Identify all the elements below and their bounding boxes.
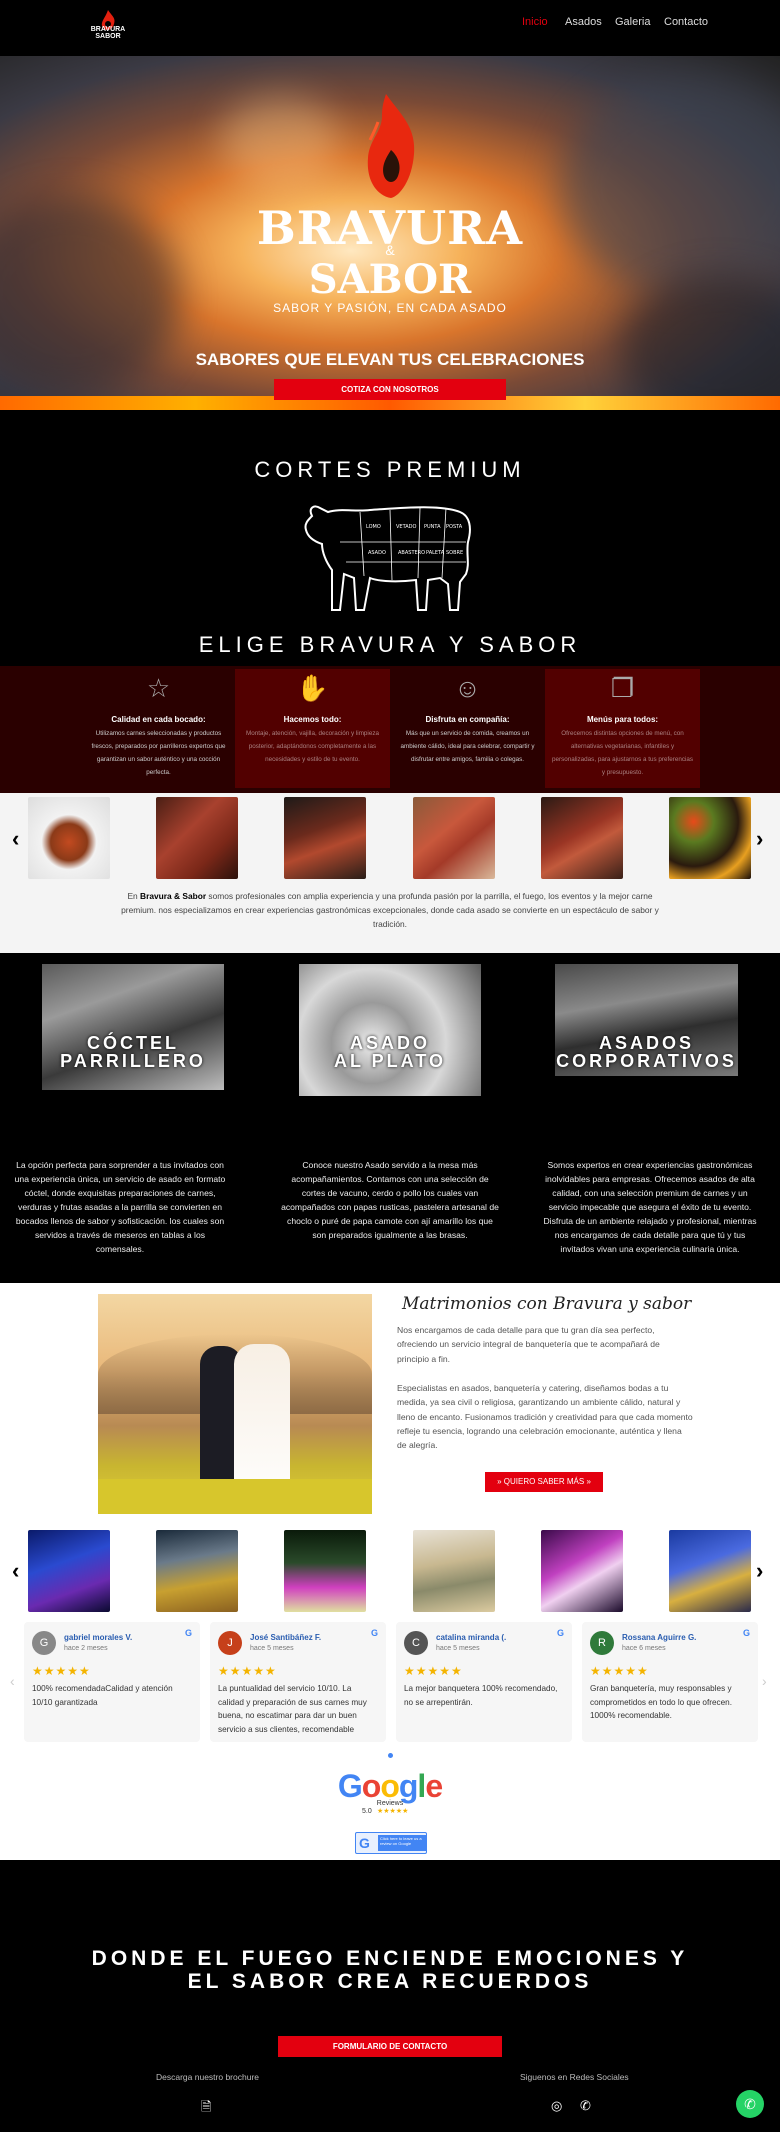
event-gallery-next-arrow-icon[interactable]: › <box>756 1558 763 1584</box>
contact-form-button[interactable]: FORMULARIO DE CONTACTO <box>278 2036 502 2057</box>
gallery-photo[interactable] <box>413 797 495 879</box>
feature-menus: ❐ Menús para todos: Ofrecemos distintas … <box>545 669 700 788</box>
nav-galeria[interactable]: Galeria <box>615 16 650 28</box>
wedding-details: Especialistas en asados, banquetería y c… <box>397 1383 693 1451</box>
avatar: C <box>404 1631 428 1655</box>
avatar: R <box>590 1631 614 1655</box>
hero-headline: SABORES QUE ELEVAN TUS CELEBRACIONES <box>195 350 585 369</box>
star-icon: ☆ <box>146 673 171 703</box>
google-review-badge[interactable]: G Click here to leave us a review on Goo… <box>355 1832 427 1854</box>
service-cocktail-text: La opción perfecta para sorprender a tus… <box>14 1160 226 1254</box>
review-card: R Rossana Aguirre G. hace 6 meses G ★★★★… <box>582 1622 758 1742</box>
quote-button[interactable]: COTIZA CON NOSOTROS <box>274 379 506 400</box>
nav-inicio[interactable]: Inicio <box>522 16 548 28</box>
google-icon: G <box>742 1628 750 1638</box>
gallery-next-arrow-icon[interactable]: › <box>756 826 763 852</box>
service-corporate-text: Somos expertos en crear experiencias gas… <box>543 1160 757 1254</box>
elige-title: ELIGE BRAVURA Y SABOR <box>198 632 582 657</box>
footer-title: DONDE EL FUEGO ENCIENDE EMOCIONES Y EL S… <box>91 1947 689 1993</box>
hand-icon: ✋ <box>296 673 329 703</box>
service-corporate-card[interactable]: ASADOS CORPORATIVOS <box>555 964 738 1076</box>
footer <box>0 1860 780 2132</box>
event-photo[interactable] <box>413 1530 495 1612</box>
brochure-label: Descarga nuestro brochure <box>156 2072 260 2082</box>
feature-company: ☺ Disfruta en compañía: Más que un servi… <box>390 669 545 788</box>
rating-stars: ★★★★★ <box>590 1664 649 1678</box>
svg-text:ABASTERO: ABASTERO <box>398 550 425 556</box>
svg-text:PUNTA: PUNTA <box>424 524 441 530</box>
svg-text:LOMO: LOMO <box>366 524 381 530</box>
rating-stars: ★★★★★ <box>32 1664 91 1678</box>
social-label: Siguenos en Redes Sociales <box>520 2072 629 2082</box>
event-photo[interactable] <box>28 1530 110 1612</box>
gallery-photo[interactable] <box>541 797 623 879</box>
event-photo[interactable] <box>156 1530 238 1612</box>
google-score-stars: ★★★★★ <box>377 1808 409 1815</box>
learn-more-button[interactable]: » QUIERO SABER MÁS » <box>485 1472 603 1492</box>
reviews-next-icon[interactable]: › <box>762 1673 767 1689</box>
nav-asados[interactable]: Asados <box>565 16 602 28</box>
avatar: J <box>218 1631 242 1655</box>
whatsapp-icon[interactable]: ✆ <box>580 2098 591 2114</box>
smile-icon: ☺ <box>454 673 481 703</box>
svg-text:POSTA: POSTA <box>446 524 463 530</box>
nav-contacto[interactable]: Contacto <box>664 16 708 28</box>
feature-all-included: ✋ Hacemos todo: Montaje, atención, vajil… <box>235 669 390 788</box>
gallery-photo[interactable] <box>156 797 238 879</box>
reviews-pagination-dot[interactable] <box>388 1753 393 1758</box>
google-icon: G <box>370 1628 378 1638</box>
google-score: 5.0 <box>362 1808 372 1815</box>
gallery-photo[interactable] <box>669 797 751 879</box>
feature-quality: ☆ Calidad en cada bocado: Utilizamos car… <box>81 669 236 788</box>
event-gallery-prev-arrow-icon[interactable]: ‹ <box>12 1558 19 1584</box>
service-plate-text: Conoce nuestro Asado servido a la mesa m… <box>281 1160 499 1240</box>
cortes-title: CORTES PREMIUM <box>254 457 526 482</box>
google-icon: G <box>184 1628 192 1638</box>
hero-tagline: SABOR Y PASIÓN, EN CADA ASADO <box>273 301 507 315</box>
avatar: G <box>32 1631 56 1655</box>
gallery-photo[interactable] <box>284 797 366 879</box>
svg-text:SOBRE: SOBRE <box>446 550 463 556</box>
review-card: G gabriel morales V. hace 2 meses G ★★★★… <box>24 1622 200 1742</box>
wedding-photo <box>98 1294 372 1514</box>
instagram-icon[interactable]: ◎ <box>551 2098 562 2114</box>
about-paragraph: En Bravura & Sabor somos profesionales c… <box>121 891 659 929</box>
service-cocktail-card[interactable]: CÓCTEL PARRILLERO <box>42 964 224 1090</box>
download-file-icon[interactable]: 🗎 <box>201 2098 211 2120</box>
hero-brand-name-2: SABOR <box>308 256 472 303</box>
gallery-photo[interactable] <box>28 797 110 879</box>
event-photo[interactable] <box>541 1530 623 1612</box>
wedding-intro: Nos encargamos de cada detalle para que … <box>397 1325 660 1364</box>
wedding-title: Matrimonios con Bravura y sabor <box>402 1294 692 1314</box>
event-photo[interactable] <box>284 1530 366 1612</box>
review-card: C catalina miranda (. hace 5 meses G ★★★… <box>396 1622 572 1742</box>
rating-stars: ★★★★★ <box>404 1664 463 1678</box>
brand-logo-text: BRAVURA SABOR <box>90 26 126 40</box>
event-photo[interactable] <box>669 1530 751 1612</box>
review-card: J José Santibáñez F. hace 5 meses G ★★★★… <box>210 1622 386 1742</box>
flame-logo-icon <box>367 94 415 198</box>
rating-stars: ★★★★★ <box>218 1664 277 1678</box>
google-reviews-label: Reviews <box>376 1800 404 1807</box>
layers-icon: ❐ <box>610 673 635 703</box>
reviews-prev-icon[interactable]: ‹ <box>10 1673 15 1689</box>
svg-text:VETADO: VETADO <box>396 524 417 530</box>
svg-text:PALETA: PALETA <box>426 550 445 556</box>
service-plate-card[interactable]: ASADO AL PLATO <box>299 964 481 1096</box>
svg-text:ASADO: ASADO <box>368 550 386 556</box>
beef-cuts-diagram: LOMO VETADO PUNTA ASADO ABASTERO PALETA POST… <box>304 505 471 611</box>
google-g-icon: G <box>359 1835 370 1851</box>
whatsapp-float-icon[interactable]: ✆ <box>736 2090 764 2118</box>
gallery-prev-arrow-icon[interactable]: ‹ <box>12 826 19 852</box>
google-icon: G <box>556 1628 564 1638</box>
